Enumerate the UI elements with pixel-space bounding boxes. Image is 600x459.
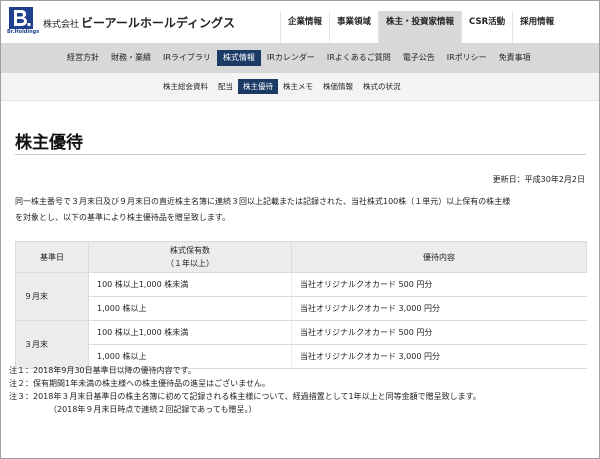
sub-nav-item-ir-library[interactable]: IRライブラリ xyxy=(157,50,217,66)
table-row: ９月末 100 株以上1,000 株未満 当社オリジナルクオカード 500 円分 xyxy=(15,272,587,321)
top-nav-item-csr[interactable]: CSR活動 xyxy=(461,11,512,43)
table-header-row: 基準日 株式保有数 （１年以上） 優待内容 xyxy=(15,241,587,273)
logo-subtitle: Br.Holdings xyxy=(7,29,40,35)
shares-cell: 100 株以上1,000 株未満 xyxy=(88,272,292,297)
sub-nav-item-disclaimer[interactable]: 免責事項 xyxy=(493,50,537,66)
top-nav: 企業情報 事業領域 株主・投資家情報 CSR活動 採用情報 xyxy=(280,11,561,43)
intro-text: 同一株主番号で３月末日及び９月末日の直近株主名簿に連続３回以上記載または記録され… xyxy=(15,194,587,226)
logo-mark-icon xyxy=(9,7,33,29)
notes: 注１：2018年9月30日基準日以降の優待内容です。 注２：保有期間1年未満の株… xyxy=(9,364,594,416)
page-title: 株主優待 xyxy=(15,133,83,153)
updated-date: 更新日：平成30年2月2日 xyxy=(492,175,585,184)
sub-nav-item-stock-info[interactable]: 株式情報 xyxy=(216,50,261,66)
company-name[interactable]: 株式会社 ビーアールホールディングス xyxy=(43,14,235,31)
intro-line-1: 同一株主番号で３月末日及び９月末日の直近株主名簿に連続３回以上記載または記録され… xyxy=(15,197,511,206)
sub-nav2-item-dividend[interactable]: 配当 xyxy=(213,79,238,94)
sub-nav2-item-status[interactable]: 株式の状況 xyxy=(358,79,406,94)
header-shares: 株式保有数 （１年以上） xyxy=(88,241,292,273)
header-record-date: 基準日 xyxy=(15,241,89,273)
note-3-continuation: （2018年９月末日時点で連続２回記録であっても贈呈。） xyxy=(49,405,257,414)
shares-cell: 1,000 株以上 xyxy=(88,296,292,321)
benefit-cell: 当社オリジナルクオカード 3,000 円分 xyxy=(291,296,587,321)
company-title: ビーアールホールディングス xyxy=(81,16,235,30)
title-divider xyxy=(15,154,586,155)
sub-nav2-item-memo[interactable]: 株主メモ xyxy=(278,79,318,94)
note-2: 注２：保有期間1年未満の株主様への株主優待品の進呈はございません。 xyxy=(9,379,270,388)
company-prefix: 株式会社 xyxy=(43,20,80,30)
sub-nav-item-financials[interactable]: 財務・業績 xyxy=(105,50,157,66)
header-benefit: 優待内容 xyxy=(291,241,587,273)
logo[interactable]: Br.Holdings xyxy=(7,7,41,37)
intro-line-2: を対象とし、以下の基準により株主優待品を贈呈致します。 xyxy=(15,213,231,222)
benefits-table: 基準日 株式保有数 （１年以上） 優待内容 ９月末 100 株以上1,000 株… xyxy=(15,241,587,369)
header-shares-line-1: 株式保有数 xyxy=(170,246,210,255)
sub-nav2-item-stock-price[interactable]: 株価情報 xyxy=(318,79,358,94)
page-frame: Br.Holdings 株式会社 ビーアールホールディングス 企業情報 事業領域 … xyxy=(0,0,600,459)
month-cell: ３月末 xyxy=(15,320,89,369)
sub-nav-item-ir-calendar[interactable]: IRカレンダー xyxy=(261,50,321,66)
stock-sub-nav: 株主総会資料 配当 株主優待 株主メモ 株価情報 株式の状況 xyxy=(1,73,599,101)
top-nav-item-company[interactable]: 企業情報 xyxy=(280,11,329,43)
sub-nav-item-public-notice[interactable]: 電子公告 xyxy=(397,50,441,66)
sub-nav-item-ir-faq[interactable]: IRよくあるご質問 xyxy=(321,50,397,66)
sub-nav2-item-meeting-docs[interactable]: 株主総会資料 xyxy=(158,79,213,94)
month-cell: ９月末 xyxy=(15,272,89,321)
site-header: Br.Holdings 株式会社 ビーアールホールディングス 企業情報 事業領域 … xyxy=(1,1,599,43)
sub-nav-item-policy[interactable]: 経営方針 xyxy=(61,50,105,66)
note-1: 注１：2018年9月30日基準日以降の優待内容です。 xyxy=(9,366,196,375)
sub-nav-item-ir-policy[interactable]: IRポリシー xyxy=(441,50,493,66)
header-shares-line-2: （１年以上） xyxy=(166,259,214,268)
top-nav-item-business[interactable]: 事業領域 xyxy=(329,11,378,43)
ir-sub-nav: 経営方針 財務・業績 IRライブラリ 株式情報 IRカレンダー IRよくあるご質… xyxy=(1,43,599,73)
shares-cell: 100 株以上1,000 株未満 xyxy=(88,320,292,345)
table-row: ３月末 100 株以上1,000 株未満 当社オリジナルクオカード 500 円分 xyxy=(15,320,587,369)
note-3: 注３：2018年３月末日基準日の株主名簿に初めて記録される株主様について、経過措… xyxy=(9,392,481,401)
benefit-cell: 当社オリジナルクオカード 500 円分 xyxy=(291,320,587,345)
table-row: 1,000 株以上 当社オリジナルクオカード 3,000 円分 xyxy=(16,296,587,321)
top-nav-item-ir[interactable]: 株主・投資家情報 xyxy=(378,11,462,43)
top-nav-item-recruit[interactable]: 採用情報 xyxy=(512,11,561,43)
sub-nav2-item-benefits[interactable]: 株主優待 xyxy=(238,79,278,94)
benefit-cell: 当社オリジナルクオカード 500 円分 xyxy=(291,272,587,297)
